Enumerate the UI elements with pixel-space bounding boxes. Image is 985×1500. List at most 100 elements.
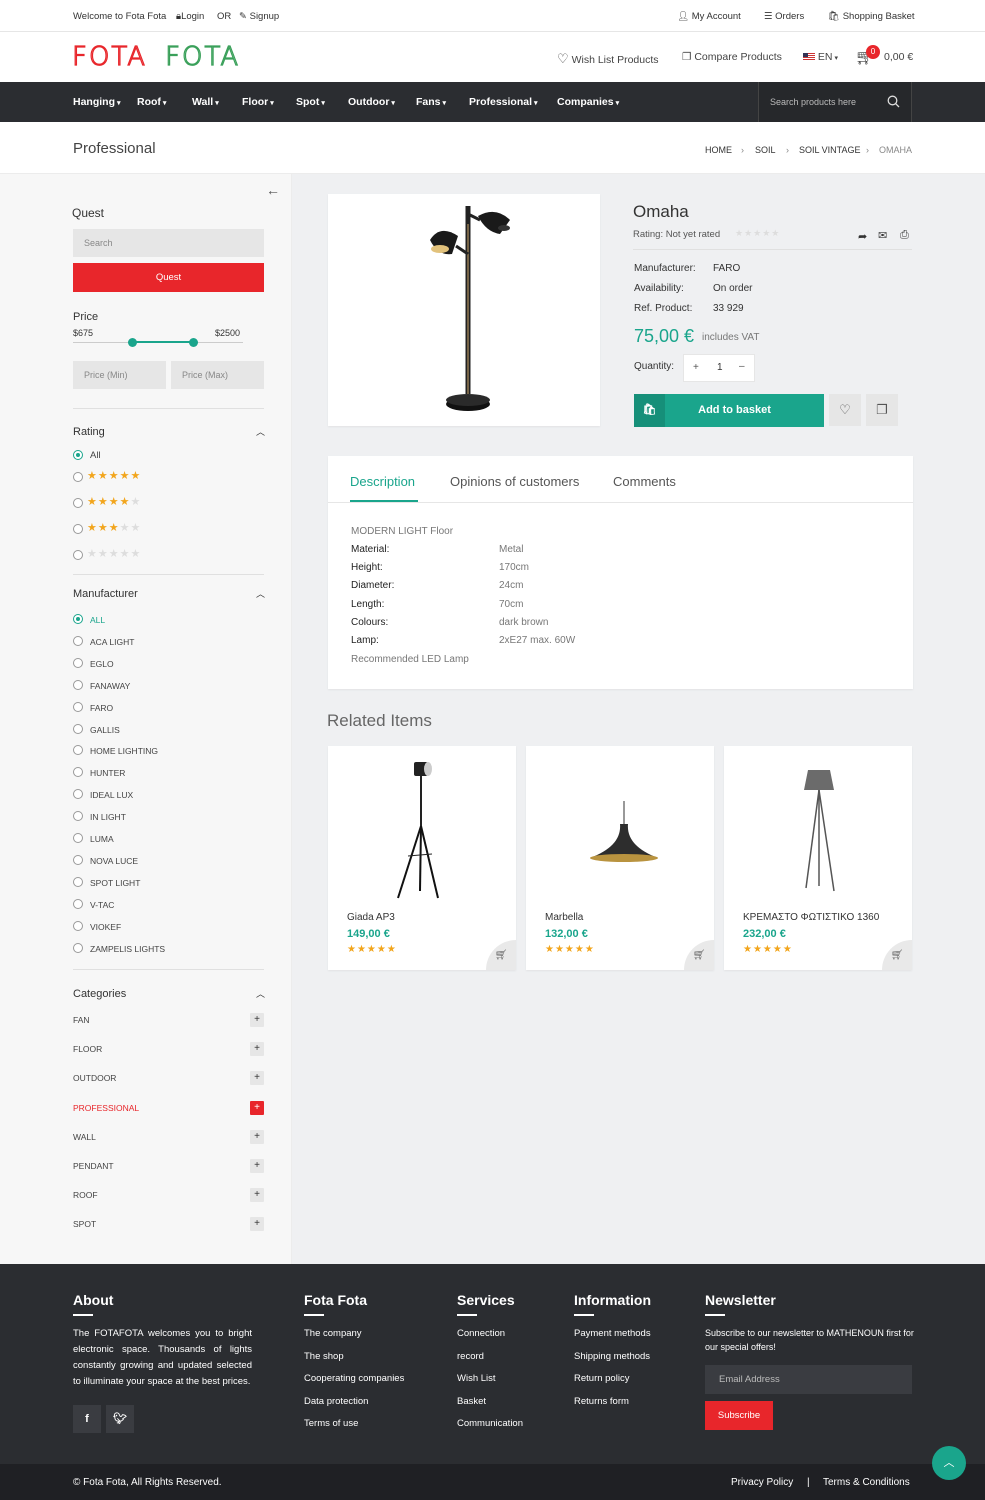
tab-opinions[interactable]: Opinions of customers: [450, 474, 579, 489]
plus-icon[interactable]: +: [250, 1042, 264, 1057]
manufacturer-label[interactable]: VIOKEF: [90, 922, 121, 932]
shopping-basket-link[interactable]: 🛍︎ Shopping Basket: [828, 11, 915, 22]
quest-button[interactable]: Quest: [73, 263, 264, 292]
manufacturer-radio[interactable]: [73, 657, 83, 668]
footer-link[interactable]: Shipping methods: [574, 1351, 650, 1362]
add-to-cart-icon[interactable]: 🛒︎: [684, 940, 714, 970]
nav-item-roof[interactable]: Roof ▾: [137, 96, 166, 108]
manufacturer-label[interactable]: LUMA: [90, 834, 114, 844]
footer-link[interactable]: Data protection: [304, 1396, 368, 1407]
wishlist-button[interactable]: ♡: [829, 394, 861, 426]
footer-link[interactable]: record: [457, 1351, 484, 1362]
manufacturer-label[interactable]: ACA LIGHT: [90, 637, 134, 647]
add-to-cart-icon[interactable]: 🛒︎: [882, 940, 912, 970]
breadcrumb-soil[interactable]: SOIL: [755, 145, 776, 155]
plus-icon[interactable]: +: [250, 1071, 264, 1086]
nav-item-professional[interactable]: Professional ▾: [469, 96, 538, 108]
email-icon[interactable]: ✉: [878, 229, 887, 242]
related-item-card[interactable]: Giada AP3 149,00 € ★★★★★ 🛒︎: [328, 746, 516, 970]
footer-link[interactable]: The shop: [304, 1351, 344, 1362]
wishlist-link[interactable]: ♡ Wish List Products: [557, 51, 659, 67]
breadcrumb-soil-vintage[interactable]: SOIL VINTAGE: [799, 145, 861, 155]
tab-description[interactable]: Description: [350, 474, 415, 489]
sidebar-search-input[interactable]: Search: [73, 229, 264, 257]
twitter-icon[interactable]: 🐦︎: [106, 1405, 134, 1433]
manufacturer-label[interactable]: HOME LIGHTING: [90, 746, 158, 756]
manufacturer-radio[interactable]: [73, 876, 83, 887]
orders-link[interactable]: ☰ Orders: [764, 11, 804, 22]
breadcrumb-home[interactable]: HOME: [705, 145, 732, 155]
rating-radio-0[interactable]: [73, 550, 83, 560]
manufacturer-radio[interactable]: [73, 920, 83, 931]
facebook-icon[interactable]: f: [73, 1405, 101, 1433]
compare-link[interactable]: ❐ Compare Products: [682, 51, 782, 63]
category-item[interactable]: FLOOR: [73, 1044, 102, 1054]
nav-item-spot[interactable]: Spot ▾: [296, 96, 325, 108]
manufacturer-label[interactable]: EGLO: [90, 659, 114, 669]
footer-link[interactable]: Terms of use: [304, 1418, 358, 1429]
footer-link[interactable]: Return policy: [574, 1373, 629, 1384]
rating-radio-4[interactable]: [73, 498, 83, 508]
add-to-basket-button[interactable]: 🛍︎ Add to basket: [634, 394, 824, 427]
footer-link[interactable]: Wish List: [457, 1373, 496, 1384]
chevron-up-icon[interactable]: ︿: [256, 425, 265, 438]
plus-icon[interactable]: +: [250, 1217, 264, 1232]
footer-link[interactable]: Returns form: [574, 1396, 629, 1407]
language-selector[interactable]: EN ▾: [803, 51, 838, 63]
manufacturer-label[interactable]: ALL: [90, 615, 105, 625]
footer-link[interactable]: The company: [304, 1328, 362, 1339]
signup-link[interactable]: ✎ Signup: [239, 11, 279, 22]
category-item[interactable]: OUTDOOR: [73, 1073, 116, 1083]
manufacturer-radio[interactable]: [73, 898, 83, 909]
quantity-value[interactable]: 1: [717, 362, 723, 373]
logo[interactable]: FOTA FOTA: [71, 41, 240, 72]
manufacturer-label[interactable]: IDEAL LUX: [90, 790, 133, 800]
nav-item-outdoor[interactable]: Outdoor ▾: [348, 96, 395, 108]
nav-item-hanging[interactable]: Hanging ▾: [73, 96, 121, 108]
manufacturer-radio[interactable]: [73, 767, 83, 778]
plus-icon[interactable]: +: [250, 1188, 264, 1203]
price-slider-max-handle[interactable]: [189, 338, 198, 347]
manufacturer-label[interactable]: V-TAC: [90, 900, 114, 910]
manufacturer-label[interactable]: NOVA LUCE: [90, 856, 138, 866]
chevron-up-icon[interactable]: ︿: [256, 587, 265, 600]
rating-radio-all[interactable]: [73, 450, 83, 460]
minus-icon[interactable]: –: [739, 361, 745, 372]
nav-item-fans[interactable]: Fans ▾: [416, 96, 446, 108]
manufacturer-radio[interactable]: [73, 789, 83, 800]
footer-link[interactable]: Communication: [457, 1418, 523, 1429]
rating-radio-3[interactable]: [73, 524, 83, 534]
plus-icon[interactable]: +: [250, 1013, 264, 1027]
manufacturer-radio[interactable]: [73, 635, 83, 646]
product-image[interactable]: [328, 194, 600, 426]
search-icon[interactable]: [887, 95, 900, 108]
manufacturer-label[interactable]: GALLIS: [90, 725, 120, 735]
rating-radio-5[interactable]: [73, 472, 83, 482]
manufacturer-radio[interactable]: [73, 679, 83, 690]
manufacturer-radio[interactable]: [73, 942, 83, 953]
manufacturer-radio[interactable]: [73, 745, 83, 756]
related-item-card[interactable]: ΚΡΕΜΑΣΤΟ ΦΩΤΙΣΤΙΚΟ 1360 232,00 € ★★★★★ 🛒…: [724, 746, 912, 970]
price-min-input[interactable]: Price (Min): [73, 361, 166, 389]
plus-icon[interactable]: +: [250, 1129, 264, 1144]
manufacturer-label[interactable]: FANAWAY: [90, 681, 130, 691]
manufacturer-label[interactable]: FARO: [90, 703, 113, 713]
compare-button[interactable]: ❐: [866, 394, 898, 426]
price-slider-min-handle[interactable]: [128, 338, 137, 347]
manufacturer-label[interactable]: SPOT LIGHT: [90, 878, 140, 888]
manufacturer-radio[interactable]: [73, 854, 83, 865]
login-link[interactable]: 🔒︎Login: [176, 11, 204, 22]
related-item-name[interactable]: Giada AP3: [347, 912, 395, 923]
manufacturer-radio[interactable]: [73, 723, 83, 734]
add-to-cart-icon[interactable]: 🛒︎: [486, 940, 516, 970]
related-item-name[interactable]: Marbella: [545, 912, 583, 923]
manufacturer-radio[interactable]: [73, 811, 83, 822]
footer-link[interactable]: Basket: [457, 1396, 486, 1407]
manufacturer-label[interactable]: IN LIGHT: [90, 812, 126, 822]
nav-item-companies[interactable]: Companies ▾: [557, 96, 619, 108]
category-item[interactable]: SPOT: [73, 1219, 96, 1229]
plus-icon[interactable]: +: [250, 1100, 264, 1115]
footer-link[interactable]: Payment methods: [574, 1328, 651, 1339]
category-item[interactable]: FAN: [73, 1015, 90, 1025]
manufacturer-radio[interactable]: [73, 614, 83, 624]
